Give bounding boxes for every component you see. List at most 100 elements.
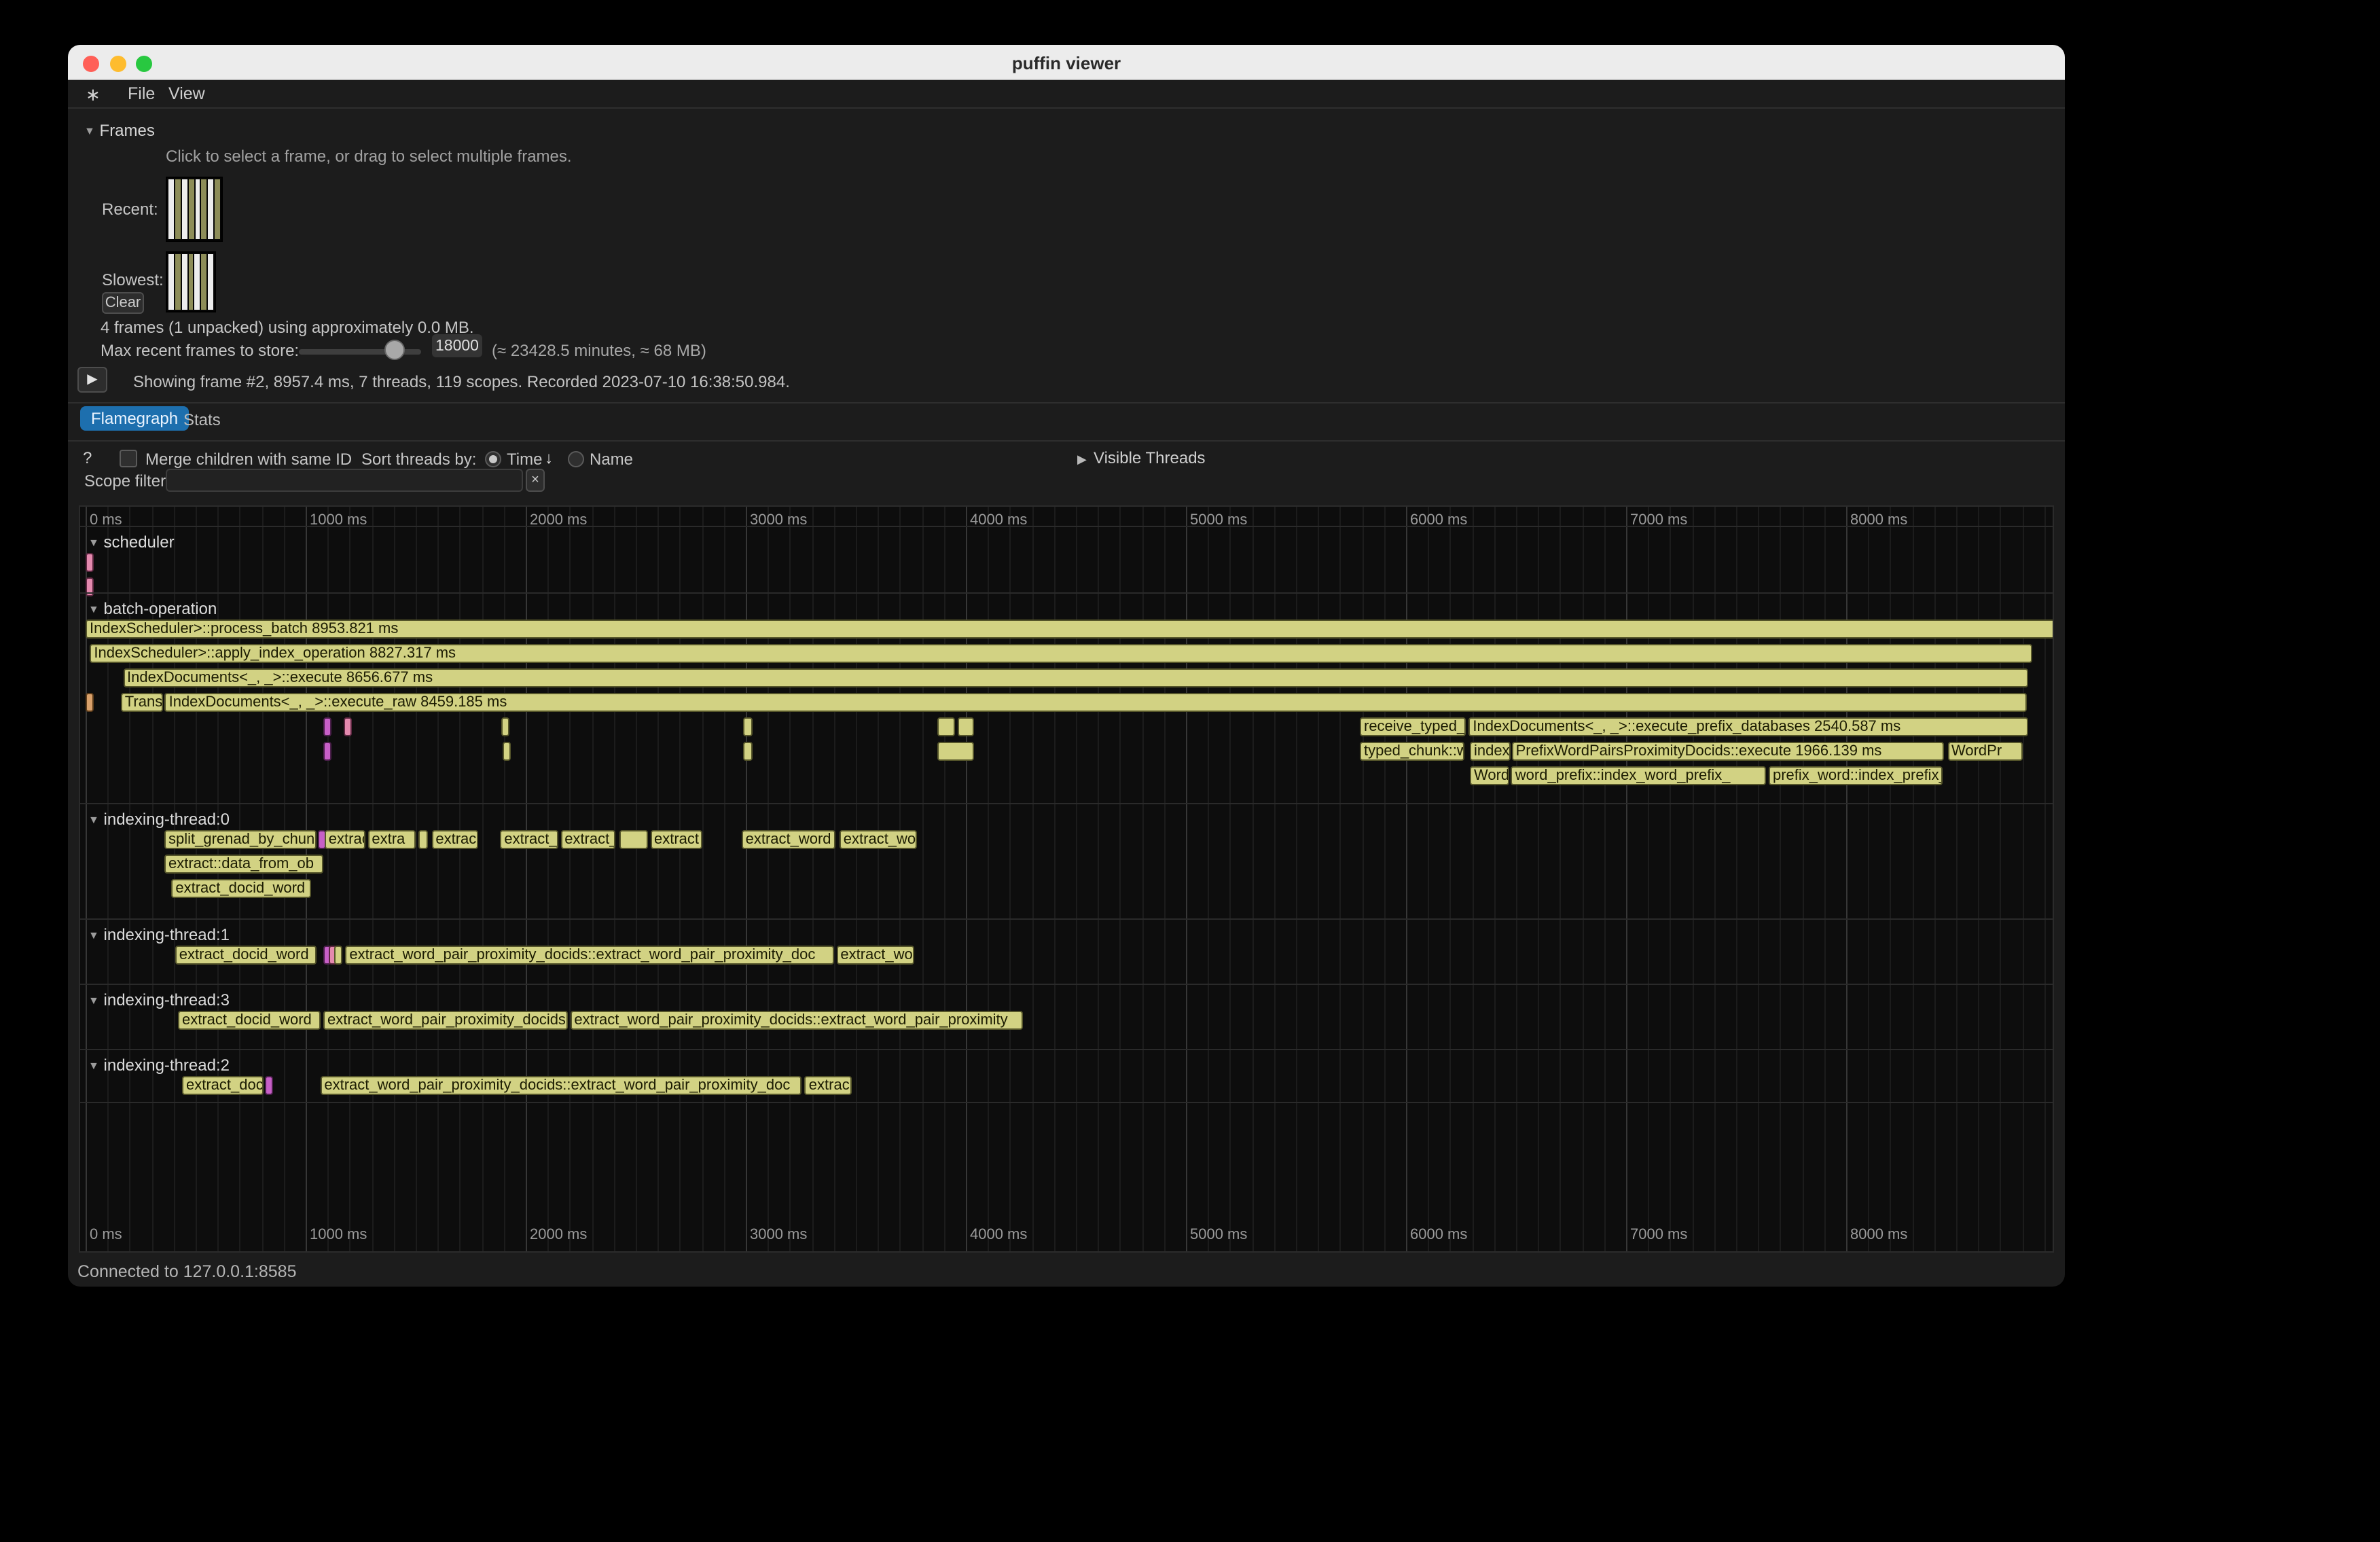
scope-bar[interactable] (86, 693, 94, 712)
scope-bar[interactable] (619, 830, 647, 849)
merge-children-checkbox[interactable] (120, 450, 137, 467)
scope-bar[interactable]: extract_docid_word (175, 946, 316, 965)
thread-header-batch-operation[interactable]: ▼ batch-operation (88, 599, 217, 618)
scope-bar[interactable]: Word (1470, 766, 1509, 785)
scope-bar[interactable] (937, 742, 974, 761)
thread-header-scheduler[interactable]: ▼ scheduler (88, 533, 175, 552)
scope-bar[interactable]: IndexDocuments<_, _>::execute_raw 8459.1… (165, 693, 2027, 712)
scope-bar[interactable]: extract_docid_word (178, 1011, 321, 1030)
play-button[interactable]: ▶ (77, 367, 107, 393)
title-bar[interactable]: puffin viewer (68, 45, 2065, 80)
menu-item-view[interactable]: View (168, 84, 205, 103)
clear-frames-button[interactable]: Clear (102, 292, 144, 314)
scope-bar[interactable]: IndexDocuments<_, _>::execute 8656.677 m… (123, 668, 2028, 687)
scope-bar[interactable]: receive_typed_ (1360, 717, 1466, 736)
tab-stats[interactable]: Stats (183, 410, 221, 429)
scope-bar[interactable]: index (1470, 742, 1510, 761)
scope-filter-input[interactable] (166, 469, 523, 492)
scope-bar[interactable]: extrac (805, 1076, 852, 1095)
frame-thumbnail[interactable] (208, 254, 213, 310)
scope-bar[interactable]: word_prefix::index_word_prefix_ (1511, 766, 1767, 785)
scope-bar[interactable]: Trans (121, 693, 163, 712)
scope-bar[interactable] (503, 742, 511, 761)
scope-bar[interactable]: extract (650, 830, 702, 849)
tab-flamegraph[interactable]: Flamegraph (80, 406, 189, 431)
menu-item-file[interactable]: File (128, 84, 155, 103)
sort-by-name-label[interactable]: Name (590, 450, 633, 469)
thread-header-indexing-thread:0[interactable]: ▼ indexing-thread:0 (88, 810, 230, 829)
thread-header-indexing-thread:2[interactable]: ▼ indexing-thread:2 (88, 1056, 230, 1075)
scope-bar[interactable]: extract (325, 830, 365, 849)
scope-bar[interactable]: extract_wo (840, 830, 918, 849)
scope-bar[interactable]: prefix_word::index_prefix_wo (1769, 766, 1943, 785)
scope-bar[interactable] (333, 946, 342, 965)
scope-bar[interactable] (264, 1076, 272, 1095)
scope-bar[interactable] (86, 553, 94, 572)
scope-bar[interactable]: IndexScheduler>::apply_index_operation 8… (90, 644, 2032, 663)
scope-bar[interactable]: extract_word (742, 830, 836, 849)
max-frames-slider-knob[interactable] (384, 340, 405, 360)
scope-bar[interactable]: WordPr (1947, 742, 2023, 761)
frame-thumbnail[interactable] (168, 254, 174, 310)
frame-status-text: Showing frame #2, 8957.4 ms, 7 threads, … (133, 372, 790, 391)
max-frames-value[interactable]: 18000 (432, 334, 482, 357)
scope-bar[interactable]: extra (367, 830, 416, 849)
frame-thumbnail[interactable] (188, 179, 194, 239)
frame-thumbnail[interactable] (182, 179, 187, 239)
thread-header-indexing-thread:1[interactable]: ▼ indexing-thread:1 (88, 925, 230, 944)
scope-bar[interactable]: IndexScheduler>::process_batch 8953.821 … (86, 620, 2054, 639)
scope-bar[interactable]: extract_ (560, 830, 616, 849)
recent-frames-thumbnails[interactable] (166, 177, 223, 242)
scope-bar[interactable]: extract_word_pair_proximity_docids::extr… (345, 946, 833, 965)
scope-bar[interactable]: PrefixWordPairsProximityDocids::execute … (1512, 742, 1945, 761)
scope-bar[interactable]: extract_word_pair_proximity_docids::extr… (320, 1076, 802, 1095)
clear-filter-button[interactable]: × (526, 469, 545, 492)
scope-bar[interactable]: extract_ (500, 830, 558, 849)
scope-bar[interactable] (744, 742, 753, 761)
thread-header-indexing-thread:3[interactable]: ▼ indexing-thread:3 (88, 990, 230, 1009)
frame-thumbnail[interactable] (202, 254, 207, 310)
scope-bar[interactable]: extract::data_from_ob (164, 855, 323, 874)
merge-children-label[interactable]: Merge children with same ID (145, 450, 352, 469)
scope-bar[interactable] (343, 717, 351, 736)
frame-thumbnail[interactable] (168, 179, 174, 239)
scope-bar[interactable]: extract_doc (182, 1076, 263, 1095)
frame-thumbnail[interactable] (175, 254, 181, 310)
frame-thumbnail[interactable] (195, 254, 200, 310)
thread-name: indexing-thread:2 (99, 1056, 230, 1075)
flamegraph-canvas[interactable]: 0 ms0 ms1000 ms1000 ms2000 ms2000 ms3000… (79, 505, 2054, 1253)
scope-bar[interactable]: extrac (431, 830, 479, 849)
scope-bar[interactable]: extract_docid_word (171, 879, 311, 898)
scope-bar[interactable]: typed_chunk::w (1360, 742, 1465, 761)
frame-thumbnail[interactable] (215, 179, 220, 239)
frame-thumbnail[interactable] (195, 179, 200, 239)
frame-thumbnail[interactable] (181, 254, 187, 310)
sort-by-name-radio[interactable] (568, 451, 584, 467)
scope-bar[interactable] (501, 717, 509, 736)
sort-by-time-radio[interactable] (485, 451, 501, 467)
scope-bar[interactable]: IndexDocuments<_, _>::execute_prefix_dat… (1468, 717, 2027, 736)
sort-direction-arrow-icon[interactable]: ↓ (545, 448, 553, 467)
scope-bar[interactable] (323, 742, 331, 761)
scope-bar[interactable] (323, 717, 331, 736)
scope-bar[interactable] (418, 830, 428, 849)
scope-bar[interactable]: extract_word_pair_proximity_docids (323, 1011, 568, 1030)
visible-threads-header[interactable]: Visible Threads (1094, 448, 1206, 467)
asterisk-icon[interactable]: ∗ (86, 84, 101, 106)
frame-thumbnail[interactable] (188, 254, 194, 310)
timeline-gridline (1582, 507, 1583, 1251)
scope-bar[interactable] (744, 717, 753, 736)
frame-thumbnail[interactable] (209, 179, 214, 239)
scope-bar[interactable] (937, 717, 956, 736)
frame-thumbnail[interactable] (175, 179, 181, 239)
help-button[interactable]: ? (83, 448, 92, 467)
separator (68, 440, 2065, 442)
scope-bar[interactable]: extract_word_pair_proximity_docids::extr… (570, 1011, 1022, 1030)
scope-bar[interactable]: split_grenad_by_chun (164, 830, 317, 849)
sort-by-time-label[interactable]: Time (507, 450, 542, 469)
scope-bar[interactable]: extract_wo (836, 946, 914, 965)
slowest-frames-thumbnails[interactable] (166, 251, 216, 312)
frames-section-header[interactable]: ▼ Frames (84, 121, 155, 140)
frame-thumbnail[interactable] (202, 179, 207, 239)
scope-bar[interactable] (958, 717, 975, 736)
